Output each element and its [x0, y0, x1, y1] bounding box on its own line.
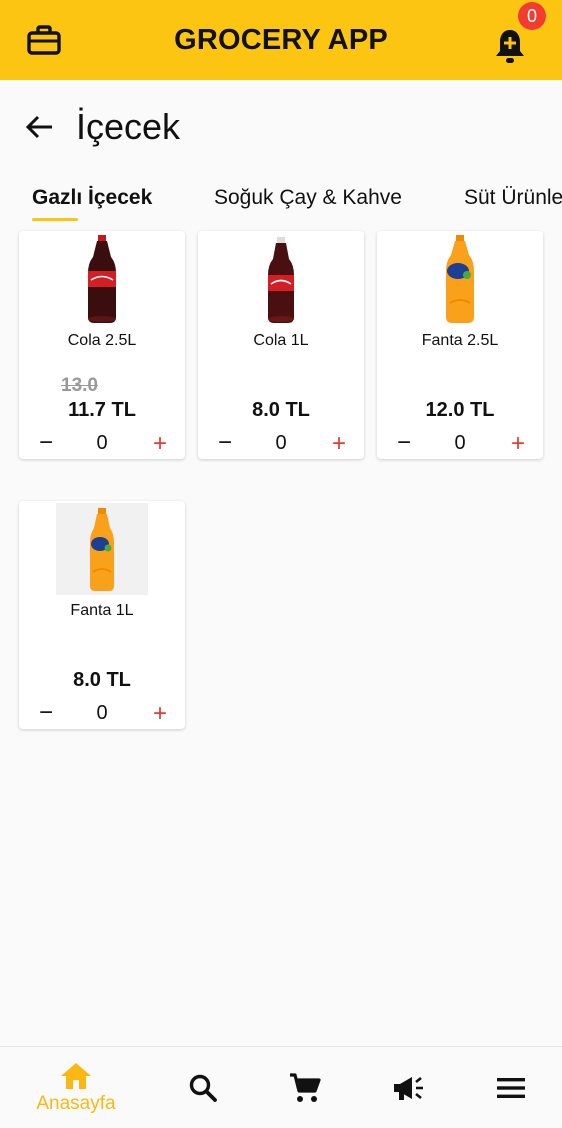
- active-tab-indicator: [32, 218, 78, 221]
- quantity-value: 0: [96, 702, 108, 724]
- quantity-stepper: − 0 +: [19, 429, 185, 459]
- category-tabs: Gazlı İçecek Soğuk Çay & Kahve Süt Ürünl…: [0, 178, 562, 222]
- product-name: Fanta 1L: [70, 602, 134, 619]
- product-image: [377, 231, 543, 327]
- nav-item-home[interactable]: Anasayfa: [21, 1047, 131, 1128]
- increment-button[interactable]: +: [507, 429, 529, 457]
- product-price: 8.0 TL: [252, 399, 310, 421]
- page-title: İçecek: [76, 106, 181, 147]
- arrow-left-icon[interactable]: [22, 110, 56, 144]
- app-title: GROCERY APP: [174, 23, 388, 56]
- tab-sut-urunleri[interactable]: Süt Ürünle: [464, 186, 562, 210]
- nav-label-home: Anasayfa: [36, 1093, 116, 1114]
- decrement-button[interactable]: −: [214, 429, 236, 457]
- decrement-button[interactable]: −: [393, 429, 415, 457]
- notification-badge: 0: [518, 2, 546, 30]
- quantity-stepper: − 0 +: [377, 429, 543, 459]
- nav-item-menu[interactable]: [456, 1047, 562, 1128]
- product-image: [198, 231, 364, 327]
- home-icon: [61, 1063, 91, 1089]
- image-background: [56, 503, 148, 595]
- menu-icon: [497, 1078, 525, 1098]
- app-bar: GROCERY APP 0: [0, 0, 562, 80]
- decrement-button[interactable]: −: [35, 429, 57, 457]
- product-card[interactable]: Cola 1L 8.0 TL − 0 +: [198, 231, 364, 459]
- product-name: Fanta 2.5L: [421, 332, 499, 349]
- quantity-value: 0: [454, 432, 466, 454]
- nav-item-cart[interactable]: [250, 1047, 360, 1128]
- search-icon: [189, 1074, 217, 1102]
- bottom-navigation: Anasayfa: [0, 1046, 562, 1128]
- quantity-stepper: − 0 +: [198, 429, 364, 459]
- product-card[interactable]: Cola 2.5L 13.0 11.7 TL − 0 +: [19, 231, 185, 459]
- tab-soguk-cay-kahve[interactable]: Soğuk Çay & Kahve: [214, 186, 402, 210]
- product-card[interactable]: Fanta 1L 8.0 TL − 0 +: [19, 501, 185, 729]
- product-price: 12.0 TL: [425, 399, 495, 421]
- increment-button[interactable]: +: [149, 429, 171, 457]
- product-card[interactable]: Fanta 2.5L 12.0 TL − 0 +: [377, 231, 543, 459]
- tab-gazli-icecek[interactable]: Gazlı İçecek: [32, 186, 152, 210]
- megaphone-icon: [394, 1076, 423, 1100]
- quantity-value: 0: [96, 432, 108, 454]
- quantity-value: 0: [275, 432, 287, 454]
- increment-button[interactable]: +: [149, 699, 171, 727]
- nav-item-campaigns[interactable]: [354, 1047, 464, 1128]
- product-old-price: 13.0: [61, 375, 98, 396]
- product-name: Cola 2.5L: [67, 332, 137, 349]
- product-price: 8.0 TL: [73, 669, 131, 691]
- nav-item-search[interactable]: [148, 1047, 258, 1128]
- cart-icon: [290, 1073, 321, 1102]
- decrement-button[interactable]: −: [35, 699, 57, 727]
- product-name: Cola 1L: [253, 332, 309, 349]
- bell-plus-icon[interactable]: [490, 24, 530, 68]
- page-header: İçecek: [0, 96, 562, 160]
- briefcase-icon[interactable]: [24, 20, 64, 60]
- product-price: 11.7 TL: [68, 399, 136, 421]
- quantity-stepper: − 0 +: [19, 699, 185, 729]
- increment-button[interactable]: +: [328, 429, 350, 457]
- product-image: [19, 501, 185, 597]
- product-image: [19, 231, 185, 327]
